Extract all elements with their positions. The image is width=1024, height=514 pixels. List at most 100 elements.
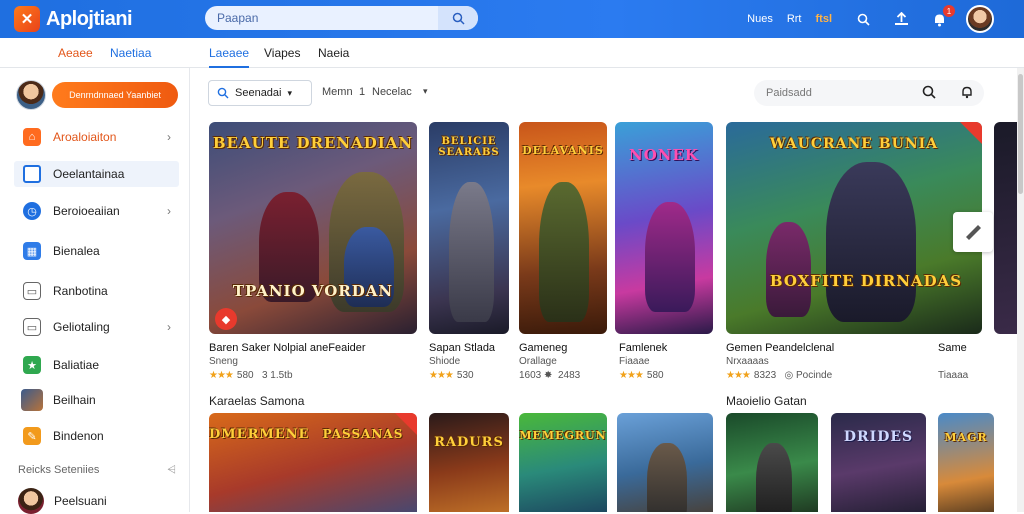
sidebar-item-6[interactable]: ★ Baliatiae [14,352,179,378]
scrollbar[interactable] [1017,68,1024,512]
avatar [18,488,44,514]
game-card-row2-1[interactable]: DMERMENE PASSANAS [209,413,417,512]
nav-link-news[interactable]: Nues [747,13,773,25]
rating-value: 1603 ✸ [519,370,553,381]
nav-link-rrt[interactable]: Rrt [787,13,802,25]
game-card-row2-4[interactable] [617,413,713,512]
search-input[interactable]: Paapan [217,11,438,25]
sidebar-item-1[interactable]: Oeelantainaa [14,161,179,187]
app-logo-icon: ✕ [14,6,40,32]
ribbon-badge [960,122,982,144]
filter-label: Seenadai [235,87,282,99]
search-icon[interactable] [852,8,874,30]
sidebar-section-label: Reicks Seteniies [18,464,100,476]
sidebar-item-5[interactable]: ▭ Geliotaling › [14,314,179,340]
user-action-button[interactable]: Denrndnnaed Yaanbiet [52,82,178,108]
game-rating: Tiaaaa [938,370,969,381]
game-card-row2-6[interactable]: DRIDES [831,413,926,512]
content-search-input[interactable]: Paidsadd [766,87,812,99]
sidebar-item-2[interactable]: ◷ Beroioeaiian › [14,198,179,224]
sidebar-item-label: Beroioeaiian [53,204,120,218]
sidebar-item-label: Bindenon [53,429,104,443]
subnav-item-home[interactable]: Aeaee [58,46,93,60]
chevron-right-icon: › [167,320,171,334]
bell-icon[interactable] [960,85,974,99]
rating-value: 8323 [753,370,777,381]
tag-icon: ✎ [23,427,41,445]
scrollbar-thumb[interactable] [1018,74,1023,194]
avatar[interactable] [16,80,46,110]
sidebar-user[interactable]: Denrndnnaed Yaanbiet [16,80,178,110]
brand[interactable]: ✕ Aplojtiani [14,6,204,32]
filter-option-c[interactable]: Necelac [372,86,412,98]
game-card-row2-5[interactable] [726,413,818,512]
game-thumb-icon [21,389,43,411]
star-icon: ★ [23,356,41,374]
upload-icon[interactable] [890,8,912,30]
game-title[interactable]: Gameneg [519,342,567,354]
filter-option-a[interactable]: Memn [322,86,353,98]
sidebar-item-8[interactable]: ✎ Bindenon [14,423,179,449]
search-button[interactable] [438,6,478,30]
profile-avatar[interactable] [966,5,994,33]
character-art [826,162,916,322]
clock-icon: ◷ [23,202,41,220]
window-icon [23,165,41,183]
sidebar-item-3[interactable]: ▦ Bienalea [14,238,179,264]
top-search-bar[interactable]: Paapan [205,6,478,30]
sidebar-section-header[interactable]: Reicks Seteniies ⩤ [18,464,176,476]
rating-extra: 2483 [557,370,581,381]
tab-videos[interactable]: Viapes [264,46,300,60]
game-card-4[interactable]: NONEK [615,122,713,334]
game-card-2[interactable]: BELICIE SEARABS [429,122,509,334]
game-card-3[interactable]: DELAVANIS [519,122,607,334]
carousel-next-button[interactable] [953,212,993,252]
game-art-title: DRIDES [843,429,914,445]
sub-navigation: Aeaee Naetiaa Laeaee Viapes Naeia [0,38,1024,68]
nav-link-orange[interactable]: ftsl [816,13,833,25]
building-icon: ▦ [23,242,41,260]
game-art-title: MEMEGRUN [519,429,607,442]
sidebar-item-4[interactable]: ▭ Ranbotina [14,278,179,304]
rating-value: 530 [456,370,474,381]
game-card-5[interactable]: WAUCRANE BUNIA BOXFITE DIRNADAS [726,122,982,334]
game-subtitle: Sneng [209,356,238,367]
bell-icon[interactable]: 1 [928,5,955,30]
tab-news[interactable]: Naeia [318,46,349,60]
sidebar-item-label: Oeelantainaa [53,167,125,181]
filter-dropdown[interactable]: Seenadai ▾ [208,80,312,106]
collapse-icon[interactable]: ⩤ [167,464,176,477]
game-card-row2-7[interactable]: MAGR [938,413,994,512]
game-subtitle: Shiode [429,356,461,367]
game-title[interactable]: Famlenek [619,342,667,354]
sidebar-item-label: Baliatiae [53,358,100,372]
game-card-row2-2[interactable]: RADURS [429,413,509,512]
game-title[interactable]: Sapan Stlada [429,342,495,354]
game-card-1[interactable]: BEAUTE DRENADIAN TPANIO VORDAN ◆ [209,122,417,334]
game-title[interactable]: Same [938,342,967,354]
game-rating: ★★★ 580 [619,370,664,381]
game-title[interactable]: Gemen Peandelclenal [726,342,834,354]
filter-option-b[interactable]: 1 [359,86,365,98]
character-art [539,182,589,322]
game-card-row2-3[interactable]: MEMEGRUN [519,413,607,512]
subnav-item-network[interactable]: Naetiaa [110,46,151,60]
game-rating: ★★★ 580 3 1.5tb [209,370,293,381]
game-art-title: RADURS [434,435,504,450]
tab-places[interactable]: Laeaee [209,46,250,68]
game-title[interactable]: Baren Saker Nolpial aneFeaider [209,342,366,354]
game-subtitle: Orallage [519,356,557,367]
game-art-subtitle: TPANIO VORDAN [232,282,394,300]
chevron-down-icon[interactable]: ▾ [423,86,428,97]
game-rating: ★★★ 530 [429,370,474,381]
section-title-left: Karaelas Samona [209,394,305,408]
chevron-down-icon: ▾ [287,87,293,98]
character-art [756,443,792,512]
game-art-title: WAUCRANE BUNIA [769,136,939,152]
sidebar-item-0[interactable]: ⌂ Aroaloiaiton › [14,124,179,150]
sidebar-item-7[interactable]: Beilhain [14,387,179,413]
rating-extra: Pocinde [796,370,833,381]
content-search[interactable]: Paidsadd [754,80,984,106]
search-icon[interactable] [922,85,936,99]
sidebar-bottom-user[interactable]: Peelsuani [18,488,107,514]
